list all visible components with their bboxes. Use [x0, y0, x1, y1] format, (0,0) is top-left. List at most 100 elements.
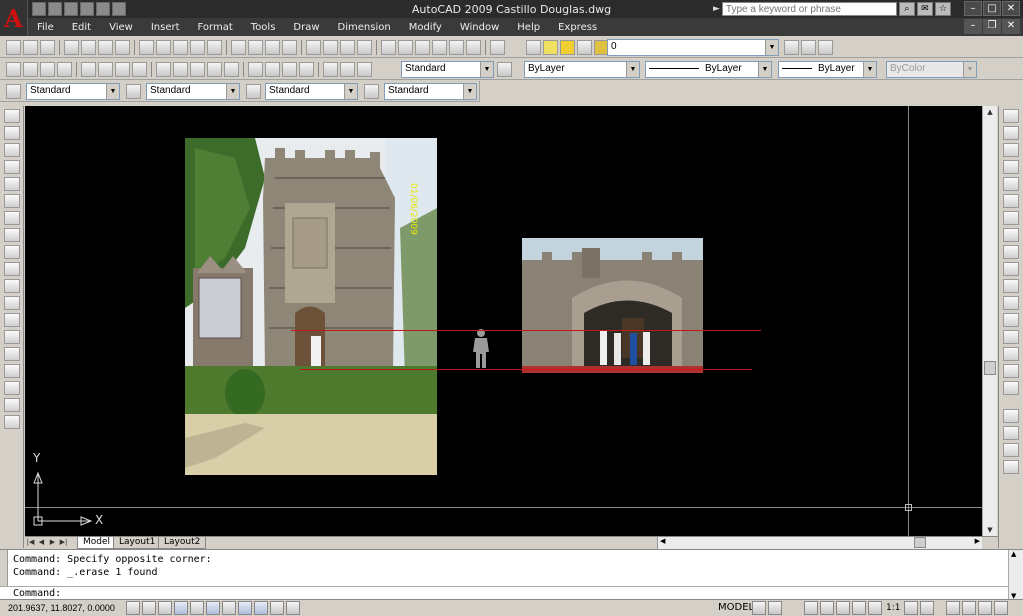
upper-guide-line[interactable]: [291, 330, 761, 331]
linear-dimension-icon[interactable]: [6, 62, 21, 77]
construction-line-icon[interactable]: [4, 126, 20, 140]
chamfer-icon[interactable]: [1003, 347, 1019, 361]
polar-tracking-icon[interactable]: [174, 601, 188, 615]
quick-dimension-icon[interactable]: [156, 62, 171, 77]
snap-mode-icon[interactable]: [126, 601, 140, 615]
plot-icon[interactable]: [80, 2, 94, 16]
grid-display-icon[interactable]: [142, 601, 156, 615]
insert-block-icon[interactable]: [4, 296, 20, 310]
layer-manager-icon[interactable]: [526, 40, 541, 55]
menu-dimension[interactable]: Dimension: [329, 22, 400, 33]
menu-insert[interactable]: Insert: [142, 22, 189, 33]
zoom-window-icon[interactable]: [340, 40, 355, 55]
drawing-minimize-icon[interactable]: –: [964, 19, 982, 34]
toolbar-lock-icon[interactable]: [962, 601, 977, 615]
make-object-layer-current-icon[interactable]: [784, 40, 799, 55]
offset-icon[interactable]: [1003, 160, 1019, 174]
menu-format[interactable]: Format: [189, 22, 242, 33]
annotation-scale-value[interactable]: 1:1: [886, 603, 900, 613]
tolerance-icon[interactable]: [248, 62, 263, 77]
join-icon[interactable]: [1003, 330, 1019, 344]
search-icon[interactable]: ⌕: [898, 2, 915, 16]
table-style-icon[interactable]: [246, 84, 261, 99]
status-bar-menu-icon[interactable]: [978, 601, 993, 615]
model-paper-space-icon[interactable]: [286, 601, 300, 615]
baseline-icon[interactable]: [173, 62, 188, 77]
menu-draw[interactable]: Draw: [284, 22, 328, 33]
scroll-right-icon[interactable]: ▶: [975, 537, 980, 545]
sheet-set-icon[interactable]: [432, 40, 447, 55]
arc-length-icon[interactable]: [40, 62, 55, 77]
sun-freeze-icon[interactable]: [560, 40, 575, 55]
ordinate-icon[interactable]: [57, 62, 72, 77]
scroll-up-icon[interactable]: ▲: [984, 106, 996, 118]
3d-dwf-icon[interactable]: [115, 40, 130, 55]
linetype-control-dropdown[interactable]: ByLayer ▼: [645, 61, 772, 78]
pan-status-icon[interactable]: [804, 601, 818, 615]
break-icon[interactable]: [1003, 313, 1019, 327]
annotation-visibility-icon[interactable]: [904, 601, 919, 615]
tool-palettes-icon[interactable]: [415, 40, 430, 55]
undo-toolbar-icon[interactable]: [231, 40, 246, 55]
vertical-scrollbar[interactable]: ▲ ▼: [982, 106, 997, 536]
ellipse-icon[interactable]: [4, 262, 20, 276]
multileader-style-dropdown[interactable]: Standard ▼: [384, 83, 477, 100]
showmotion-icon[interactable]: [852, 601, 866, 615]
command-window-scrollbar[interactable]: ▲ ▼: [1008, 550, 1023, 600]
move-icon[interactable]: [1003, 194, 1019, 208]
quick-properties-icon[interactable]: [270, 601, 284, 615]
search-input[interactable]: [721, 2, 897, 16]
horizontal-scrollbar[interactable]: ◀ ▶: [657, 537, 982, 549]
make-block-icon[interactable]: [4, 313, 20, 327]
ellipse-arc-icon[interactable]: [4, 279, 20, 293]
mirror-icon[interactable]: [1003, 143, 1019, 157]
redo-dropdown-icon[interactable]: [282, 40, 297, 55]
radius-icon[interactable]: [81, 62, 96, 77]
pan-icon[interactable]: [306, 40, 321, 55]
array-icon[interactable]: [1003, 177, 1019, 191]
cut-icon[interactable]: [139, 40, 154, 55]
help-icon[interactable]: [490, 40, 505, 55]
lightbulb-icon[interactable]: [543, 40, 558, 55]
minimize-icon[interactable]: –: [964, 1, 982, 16]
dimension-style-manager-icon[interactable]: [497, 62, 512, 77]
copy-icon[interactable]: [156, 40, 171, 55]
spline-icon[interactable]: [4, 245, 20, 259]
last-tab-icon[interactable]: ▶|: [58, 537, 69, 548]
dynamic-input-icon[interactable]: [238, 601, 252, 615]
workspace-switching-icon[interactable]: [946, 601, 961, 615]
markup-icon[interactable]: [449, 40, 464, 55]
region-icon[interactable]: [4, 381, 20, 395]
drawing-restore-icon[interactable]: ❐: [983, 19, 1001, 34]
draw-order-front-icon[interactable]: [1003, 409, 1019, 423]
continue-icon[interactable]: [190, 62, 205, 77]
table-icon[interactable]: [4, 398, 20, 412]
point-icon[interactable]: [4, 330, 20, 344]
tab-model[interactable]: Model: [77, 537, 117, 549]
multiline-text-icon[interactable]: [4, 415, 20, 429]
menu-modify[interactable]: Modify: [400, 22, 451, 33]
object-snap-tracking-icon[interactable]: [206, 601, 220, 615]
print-icon[interactable]: [64, 40, 79, 55]
auto-scale-icon[interactable]: [920, 601, 935, 615]
vertical-scroll-thumb[interactable]: [984, 361, 996, 375]
polygon-icon[interactable]: [4, 160, 20, 174]
color-control-dropdown[interactable]: ByLayer ▼: [524, 61, 640, 78]
person-scale-figure[interactable]: [471, 328, 491, 370]
line-icon[interactable]: [4, 109, 20, 123]
bring-above-icon[interactable]: [1003, 443, 1019, 457]
stretch-icon[interactable]: [1003, 245, 1019, 259]
application-menu-button[interactable]: A: [0, 0, 28, 36]
horizontal-scroll-thumb[interactable]: [914, 537, 926, 548]
lineweight-control-dropdown[interactable]: ByLayer ▼: [778, 61, 877, 78]
command-input-line[interactable]: Command:: [0, 586, 1008, 600]
clean-screen-icon[interactable]: [994, 601, 1009, 615]
arc-icon[interactable]: [4, 194, 20, 208]
dimension-break-icon[interactable]: [224, 62, 239, 77]
castle-archway-photo[interactable]: [522, 238, 703, 373]
menu-edit[interactable]: Edit: [63, 22, 100, 33]
multileader-style-icon[interactable]: [364, 84, 379, 99]
block-editor-icon[interactable]: [207, 40, 222, 55]
menu-file[interactable]: File: [28, 22, 63, 33]
jogged-icon[interactable]: [98, 62, 113, 77]
